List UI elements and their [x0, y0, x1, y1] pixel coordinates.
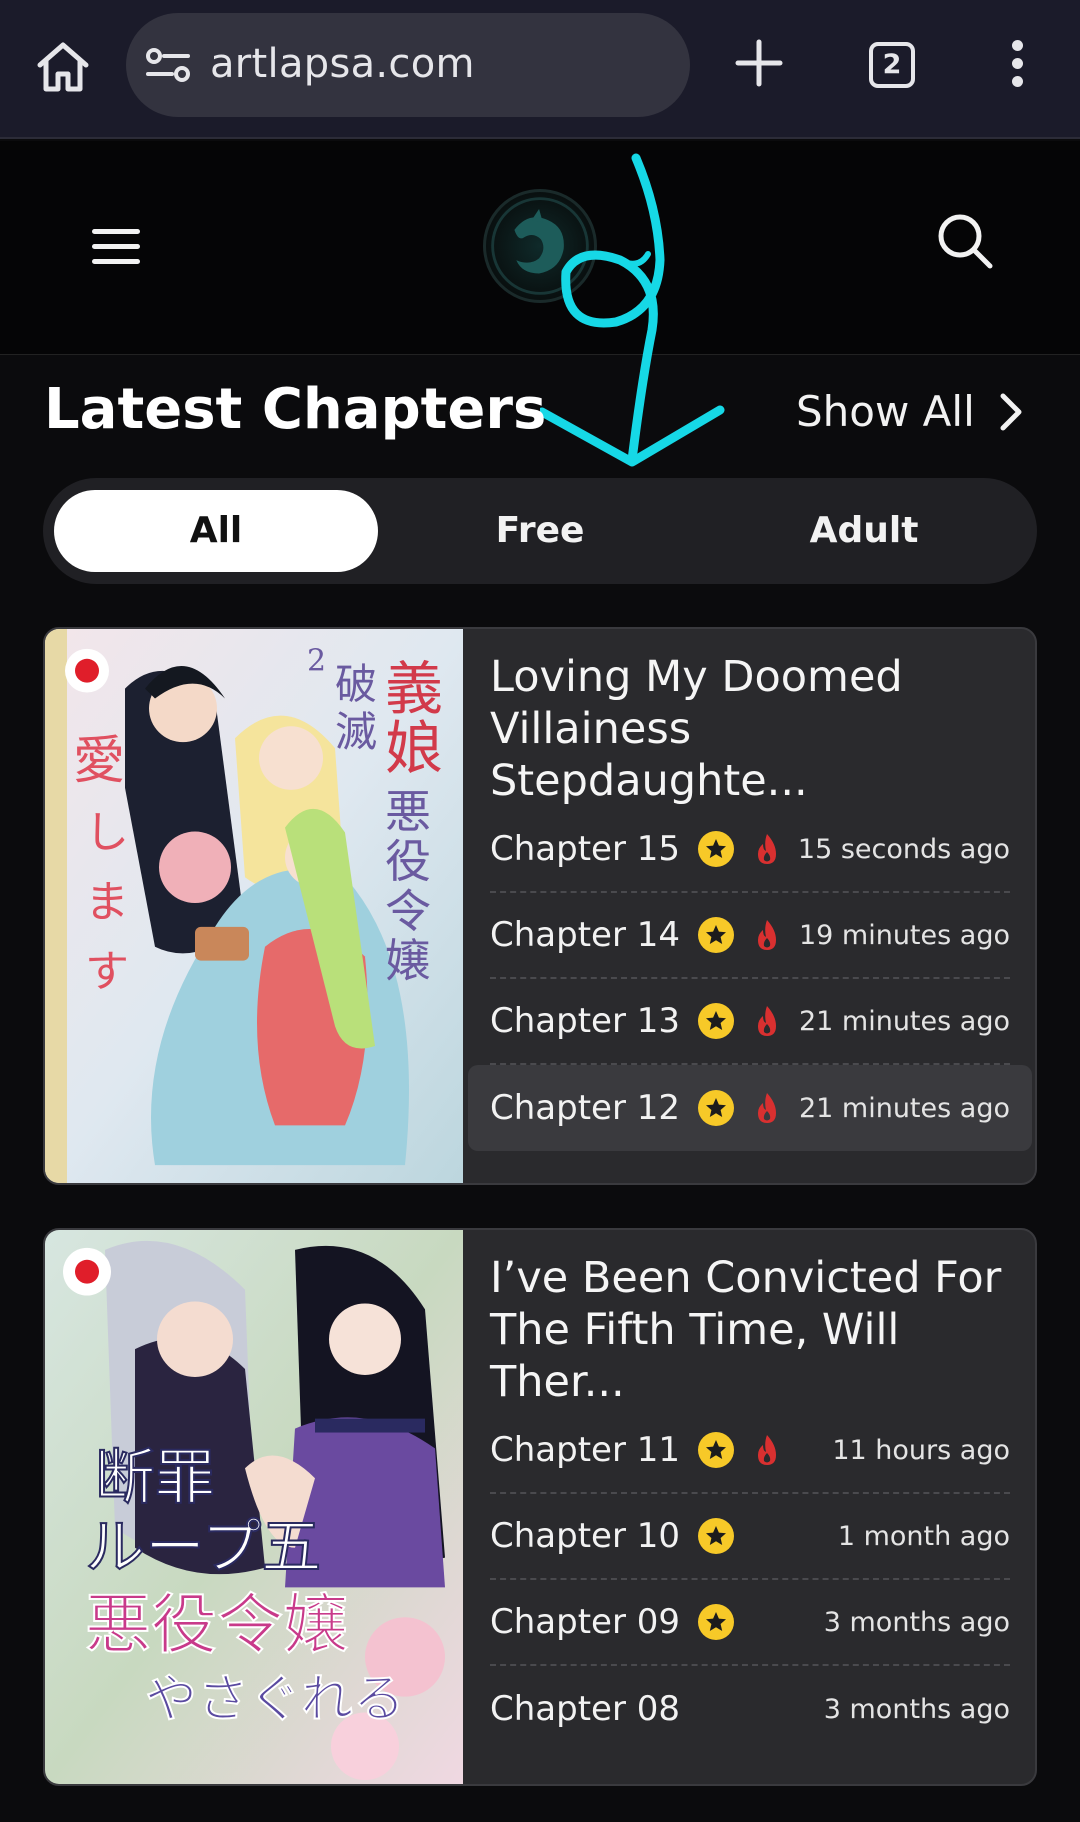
star-icon [698, 1003, 735, 1039]
tab-adult[interactable]: Adult [702, 490, 1026, 572]
fire-icon [758, 1093, 777, 1123]
star-icon [698, 1090, 735, 1126]
svg-text:断罪: 断罪 [95, 1444, 215, 1513]
fire-icon [758, 834, 777, 864]
svg-text:ループ五: ループ五 [85, 1514, 321, 1583]
svg-text:やさぐれる: やさぐれる [145, 1670, 405, 1730]
svg-text:悪役令嬢: 悪役令嬢 [85, 1586, 349, 1663]
series-cover-image[interactable]: 義 娘 悪 役 令 嬢 破 滅 2 愛 し ま す [45, 629, 463, 1183]
address-bar[interactable]: artlapsa.com [126, 13, 690, 117]
chapter-name[interactable]: Chapter 10 [490, 1516, 680, 1556]
tab-switcher-button[interactable]: 2 [869, 42, 915, 88]
svg-text:滅: 滅 [335, 707, 377, 756]
fire-icon [758, 1006, 777, 1036]
star-icon [698, 1604, 735, 1640]
site-logo[interactable] [483, 189, 597, 303]
svg-text:し: し [85, 808, 129, 859]
filter-tabs: All Free Adult [43, 478, 1037, 584]
svg-text:2: 2 [307, 644, 326, 679]
star-icon [698, 917, 735, 953]
series-card[interactable]: 義 娘 悪 役 令 嬢 破 滅 2 愛 し ま す Loving My Doom… [43, 627, 1037, 1185]
chapter-list: Chapter 11 11 hours ago Chapter 10 1 mon… [490, 1408, 1010, 1752]
site-settings-icon[interactable] [146, 47, 190, 83]
chapter-row[interactable]: Chapter 12 21 minutes ago [468, 1065, 1032, 1151]
svg-text:ま: ま [85, 877, 129, 928]
chapter-name[interactable]: Chapter 08 [490, 1689, 680, 1729]
show-all-link[interactable]: Show All [796, 387, 1025, 436]
chapter-time: 1 month ago [837, 1520, 1010, 1552]
series-cover-image[interactable]: 断罪 ループ五 悪役令嬢 やさぐれる [45, 1230, 463, 1784]
show-all-label[interactable]: Show All [796, 387, 975, 436]
chapter-list: Chapter 15 15 seconds ago Chapter 14 19 … [468, 807, 1032, 1151]
svg-text:令: 令 [385, 884, 431, 938]
chapter-row[interactable]: Chapter 11 11 hours ago [490, 1408, 1010, 1494]
svg-text:愛: 愛 [73, 731, 125, 791]
chapter-row[interactable]: Chapter 13 21 minutes ago [490, 979, 1010, 1065]
chapter-row[interactable]: Chapter 15 15 seconds ago [490, 807, 1010, 893]
svg-text:す: す [85, 947, 129, 998]
series-card[interactable]: 断罪 ループ五 悪役令嬢 やさぐれる I’ve Been Convicted F… [43, 1228, 1037, 1786]
chapter-name[interactable]: Chapter 09 [490, 1602, 680, 1642]
chapter-row[interactable]: Chapter 14 19 minutes ago [490, 893, 1010, 979]
new-tab-icon[interactable] [734, 38, 784, 88]
menu-icon[interactable] [92, 229, 140, 267]
chapter-name[interactable]: Chapter 11 [490, 1430, 680, 1470]
chapter-time: 21 minutes ago [798, 1005, 1010, 1037]
svg-text:義: 義 [385, 655, 443, 723]
chapter-name[interactable]: Chapter 14 [490, 915, 680, 955]
star-icon [698, 1432, 735, 1468]
section-title: Latest Chapters [44, 377, 547, 442]
search-icon[interactable] [935, 211, 995, 271]
chapter-time: 21 minutes ago [798, 1092, 1010, 1124]
series-title[interactable]: Loving My Doomed Villainess Stepdaughte.… [490, 651, 1010, 807]
browser-toolbar: artlapsa.com 2 [0, 0, 1080, 139]
chapter-time: 3 months ago [823, 1606, 1010, 1638]
chapter-name[interactable]: Chapter 15 [490, 829, 680, 869]
tab-all[interactable]: All [54, 490, 378, 572]
chevron-right-icon[interactable] [997, 392, 1025, 432]
chapter-time: 19 minutes ago [798, 919, 1010, 951]
fire-icon [758, 1435, 777, 1465]
url-text[interactable]: artlapsa.com [210, 41, 475, 87]
svg-text:娘: 娘 [385, 714, 443, 782]
chapter-row[interactable]: Chapter 08 3 months ago [490, 1666, 1010, 1752]
star-icon [698, 1518, 735, 1554]
svg-text:悪: 悪 [385, 785, 431, 839]
chapter-row[interactable]: Chapter 10 1 month ago [490, 1494, 1010, 1580]
fire-icon [758, 920, 777, 950]
svg-text:嬢: 嬢 [385, 934, 431, 988]
chapter-name[interactable]: Chapter 12 [490, 1088, 680, 1128]
more-options-icon[interactable] [1000, 40, 1034, 92]
chapter-time: 15 seconds ago [797, 833, 1010, 865]
star-icon [698, 831, 735, 867]
tab-free[interactable]: Free [378, 490, 702, 572]
site-header [0, 141, 1080, 355]
svg-text:破: 破 [335, 660, 377, 709]
svg-text:役: 役 [385, 834, 431, 888]
chapter-name[interactable]: Chapter 13 [490, 1001, 680, 1041]
chapter-row[interactable]: Chapter 09 3 months ago [490, 1580, 1010, 1666]
series-title[interactable]: I’ve Been Convicted For The Fifth Time, … [490, 1252, 1010, 1408]
chapter-time: 11 hours ago [832, 1434, 1010, 1466]
chapter-time: 3 months ago [823, 1693, 1010, 1725]
home-icon[interactable] [34, 38, 92, 96]
